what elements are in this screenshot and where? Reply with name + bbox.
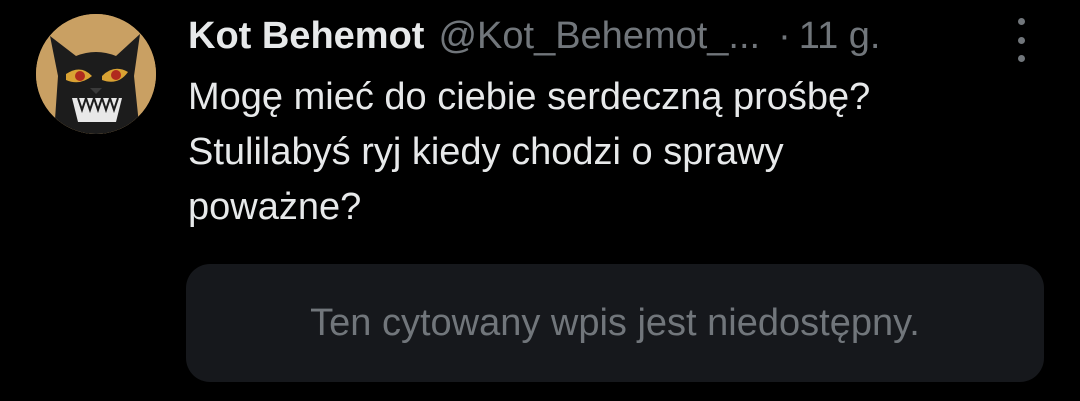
author-name[interactable]: Kot Behemot [188,15,424,58]
tweet-text-line: Mogę mieć do ciebie serdeczną prośbę? [188,76,871,118]
tweet-text-line: poważne? [188,186,362,228]
more-dot [1017,55,1025,62]
author-handle[interactable]: @Kot_Behemot_... [438,15,760,58]
tweet-header: Kot Behemot @Kot_Behemot_... · 11 g. [188,10,880,62]
author-avatar[interactable] [36,14,156,134]
more-dot [1017,36,1025,44]
quoted-unavailable-message: Ten cytowany wpis jest niedostępny. [310,301,920,344]
quoted-tweet-card[interactable]: Ten cytowany wpis jest niedostępny. [186,264,1044,382]
more-vertical-icon[interactable] [1008,18,1034,62]
separator-dot: · [778,14,791,57]
tweet-timestamp[interactable]: 11 g. [799,15,881,58]
black-cat-avatar-icon [36,14,156,134]
tweet-text: Mogę mieć do ciebie serdeczną prośbę? St… [188,70,1028,235]
more-dot [1017,18,1025,25]
tweet-text-line: Stulilabyś ryj kiedy chodzi o sprawy [188,131,784,173]
